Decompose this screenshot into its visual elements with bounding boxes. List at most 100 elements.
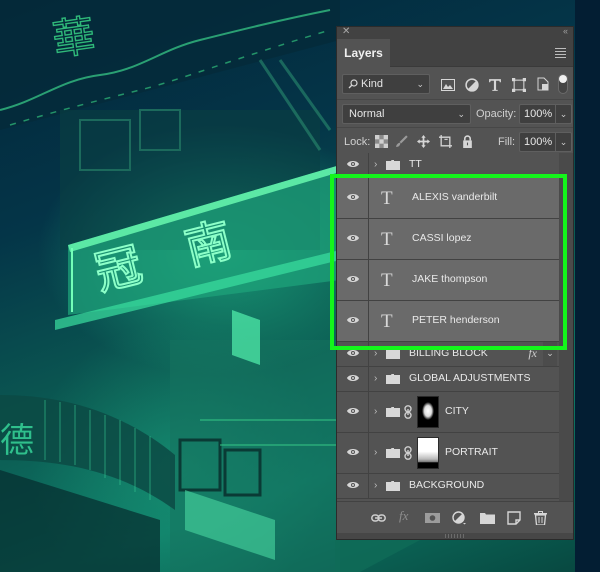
adjustment-filter-icon[interactable] xyxy=(465,78,479,92)
layer-name: CITY xyxy=(445,405,469,417)
visibility-toggle[interactable] xyxy=(337,260,369,300)
visibility-toggle[interactable] xyxy=(337,392,369,432)
layer-name: ALEXIS vanderbilt xyxy=(412,191,498,203)
panel-title-bar[interactable]: ✕ ‹‹ xyxy=(337,26,573,39)
blend-mode-dropdown[interactable]: Normal ⌄ xyxy=(342,104,471,124)
layer-row[interactable]: T JAKE thompson xyxy=(337,260,559,301)
filter-toggle-knob xyxy=(559,75,567,83)
type-filter-icon[interactable] xyxy=(488,78,502,92)
layer-row[interactable]: › GLOBAL ADJUSTMENTS xyxy=(337,367,559,392)
blend-mode-value: Normal xyxy=(349,108,385,120)
layer-row[interactable]: › BILLING BLOCK fx ⌄ xyxy=(337,342,559,367)
chevron-down-icon: ⌄ xyxy=(457,109,465,119)
lock-label: Lock: xyxy=(344,136,371,148)
layer-mask-thumbnail[interactable] xyxy=(417,396,439,428)
search-icon xyxy=(348,79,358,89)
lock-all-icon[interactable] xyxy=(461,135,474,148)
layer-row[interactable]: T PETER henderson xyxy=(337,301,559,342)
eye-icon xyxy=(347,408,359,414)
close-icon[interactable]: ✕ xyxy=(342,26,350,37)
mask-link-icon[interactable] xyxy=(404,405,412,419)
layer-row[interactable]: › CITY xyxy=(337,392,559,433)
visibility-toggle[interactable] xyxy=(337,178,369,218)
new-layer-icon[interactable] xyxy=(507,511,522,525)
eye-icon xyxy=(347,375,359,381)
mask-link-icon[interactable] xyxy=(404,446,412,460)
disclosure-chevron-icon[interactable]: › xyxy=(374,373,377,384)
collapse-panel-icon[interactable]: ‹‹ xyxy=(563,26,568,36)
layer-name: GLOBAL ADJUSTMENTS xyxy=(409,372,531,384)
eye-icon xyxy=(347,235,359,241)
lock-image-pixels-icon[interactable] xyxy=(395,135,408,148)
tab-layers[interactable]: Layers xyxy=(337,39,390,67)
visibility-toggle[interactable] xyxy=(337,153,369,177)
eye-icon xyxy=(347,350,359,356)
shape-filter-icon[interactable] xyxy=(512,78,526,92)
visibility-toggle[interactable] xyxy=(337,433,369,473)
lock-artboard-icon[interactable] xyxy=(439,135,452,148)
delete-icon[interactable] xyxy=(533,511,548,525)
eye-icon xyxy=(347,317,359,323)
text-layer-icon: T xyxy=(381,270,393,291)
opacity-input[interactable]: 100% xyxy=(519,104,556,124)
panel-menu-icon[interactable] xyxy=(555,48,566,60)
layer-name: PETER henderson xyxy=(412,314,500,326)
layer-row[interactable]: › TT xyxy=(337,153,559,178)
layer-row[interactable]: › BACKGROUND xyxy=(337,474,559,499)
lock-position-icon[interactable] xyxy=(417,135,430,148)
layer-effects-icon[interactable]: fx xyxy=(528,346,537,361)
opacity-label: Opacity: xyxy=(476,108,517,120)
visibility-toggle[interactable] xyxy=(337,474,369,498)
visibility-toggle[interactable] xyxy=(337,219,369,259)
fx-icon[interactable]: fx xyxy=(399,508,414,523)
disclosure-chevron-icon[interactable]: › xyxy=(374,480,377,491)
eye-icon xyxy=(347,194,359,200)
layer-name: TT xyxy=(409,158,422,170)
text-layer-icon: T xyxy=(381,229,393,250)
opacity-dropdown-button[interactable]: ⌄ xyxy=(556,104,572,124)
folder-icon xyxy=(386,160,400,170)
panel-bottom-toolbar: fx xyxy=(337,501,573,533)
visibility-toggle[interactable] xyxy=(337,367,369,391)
new-group-icon[interactable] xyxy=(480,511,495,525)
layer-row[interactable]: T ALEXIS vanderbilt xyxy=(337,178,559,219)
adjustment-layer-icon[interactable] xyxy=(452,511,467,525)
layers-scrollbar[interactable] xyxy=(559,153,573,501)
effects-expand-chevron-icon[interactable]: ⌄ xyxy=(543,342,557,366)
filter-row: Kind ⌄ xyxy=(337,67,573,100)
panel-tab-bar: Layers xyxy=(337,39,573,67)
disclosure-chevron-icon[interactable]: › xyxy=(374,406,377,417)
add-mask-icon[interactable] xyxy=(425,511,440,525)
disclosure-chevron-icon[interactable]: › xyxy=(374,348,377,359)
filter-toggle[interactable] xyxy=(558,74,568,94)
eye-icon xyxy=(347,482,359,488)
layers-list: › TT T ALEXIS vanderbilt T CASSI lopez T JAKE t… xyxy=(337,153,559,501)
link-layers-icon[interactable] xyxy=(371,511,386,525)
smart-object-filter-icon[interactable] xyxy=(536,77,550,91)
fill-dropdown-button[interactable]: ⌄ xyxy=(556,132,572,152)
layer-name: PORTRAIT xyxy=(445,446,498,458)
panel-resize-grip[interactable] xyxy=(337,533,573,539)
disclosure-chevron-icon[interactable]: › xyxy=(374,447,377,458)
layers-panel: ✕ ‹‹ Layers Kind ⌄ Normal ⌄ Opacity: 100… xyxy=(336,26,574,540)
layer-mask-thumbnail[interactable] xyxy=(417,437,439,469)
lock-transparent-pixels-icon[interactable] xyxy=(375,135,388,148)
visibility-toggle[interactable] xyxy=(337,301,369,341)
layer-row[interactable]: › PORTRAIT xyxy=(337,433,559,474)
visibility-toggle[interactable] xyxy=(337,342,369,366)
filter-kind-label: Kind xyxy=(361,78,384,90)
neon-char-hua: 華 xyxy=(50,11,98,65)
disclosure-chevron-icon[interactable]: › xyxy=(374,159,377,170)
filter-kind-dropdown[interactable]: Kind ⌄ xyxy=(342,74,430,94)
lock-row: Lock: Fill: 100% ⌄ xyxy=(337,128,573,156)
layer-row[interactable]: T CASSI lopez xyxy=(337,219,559,260)
layer-name: JAKE thompson xyxy=(412,273,488,285)
image-filter-icon[interactable] xyxy=(441,78,455,92)
fill-label: Fill: xyxy=(498,136,516,148)
layer-name: CASSI lopez xyxy=(412,232,472,244)
folder-icon xyxy=(386,407,400,417)
fill-input[interactable]: 100% xyxy=(519,132,556,152)
text-layer-icon: T xyxy=(381,188,393,209)
eye-icon xyxy=(347,276,359,282)
folder-icon xyxy=(386,349,400,359)
